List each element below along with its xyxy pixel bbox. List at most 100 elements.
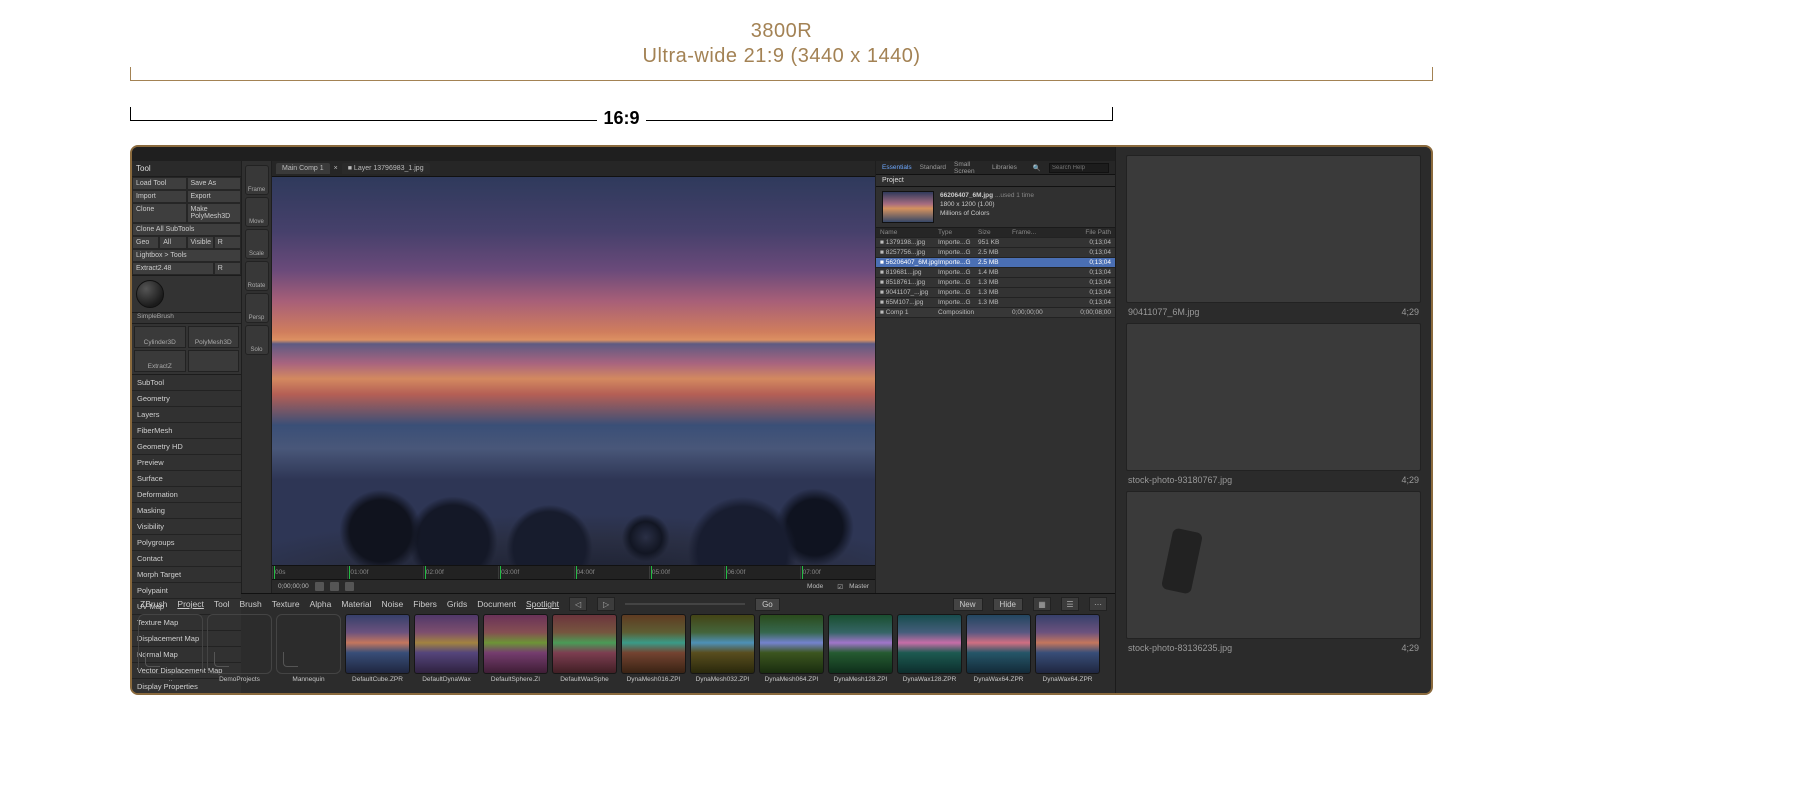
r-button[interactable]: R (214, 236, 241, 249)
accordion-item[interactable]: Morph Target (132, 567, 241, 583)
lightbox-folder[interactable]: Mannequin (276, 614, 341, 683)
accordion-item[interactable]: Deformation (132, 487, 241, 503)
accordion-item[interactable]: Polygroups (132, 535, 241, 551)
export-button[interactable]: Export (187, 190, 242, 203)
accordion-item[interactable]: Geometry HD (132, 439, 241, 455)
lightbox-preset[interactable]: DynaWax64.ZPR (966, 614, 1031, 683)
extract-button[interactable]: Extract2.48 (132, 262, 214, 275)
menu-zbrush[interactable]: ZBrush (140, 599, 167, 609)
nav-prev-button[interactable]: ◁ (569, 597, 587, 611)
project-table-row[interactable]: ■ Comp 1Composition0;00;00;000;00;08;00 (876, 308, 1115, 318)
lightbox-preset[interactable]: DefaultDynaWax (414, 614, 479, 683)
lightbox-tools-button[interactable]: Lightbox > Tools (132, 249, 241, 262)
timeline-next-button[interactable] (345, 582, 354, 591)
load-tool-button[interactable]: Load Tool (132, 177, 187, 190)
accordion-item[interactable]: Visibility (132, 519, 241, 535)
project-table-row[interactable]: ■ 8257756...jpgImporte...G2.5 MB0;13;04 (876, 248, 1115, 258)
lightbox-preset[interactable]: DynaMesh032.ZPI (690, 614, 755, 683)
project-thumbnail[interactable] (882, 191, 934, 223)
menu-material[interactable]: Material (341, 599, 371, 609)
menu-spotlight[interactable]: Spotlight (526, 599, 559, 609)
timeline-ruler[interactable]: 00s01:00f02:00f03:00f04:00f05:00f06:00f0… (272, 565, 875, 579)
right-workspace: Essentials Standard Small Screen Librari… (875, 161, 1115, 593)
accordion-item[interactable]: FiberMesh (132, 423, 241, 439)
view-grid-icon[interactable]: ▦ (1033, 597, 1051, 611)
timeline-mode-label: Mode (807, 583, 823, 590)
extractz-tool[interactable]: ExtractZ (134, 350, 186, 372)
workspace-tab-essentials[interactable]: Essentials (882, 164, 912, 171)
hide-button[interactable]: Hide (993, 598, 1023, 611)
accordion-item[interactable]: Preview (132, 455, 241, 471)
accordion-item[interactable]: Geometry (132, 391, 241, 407)
lightbox-preset[interactable]: DynaWax64.ZPR (1035, 614, 1100, 683)
extract-r-button[interactable]: R (214, 262, 241, 275)
import-button[interactable]: Import (132, 190, 187, 203)
accordion-item[interactable]: Layers (132, 407, 241, 423)
project-table-row[interactable]: ■ 56206407_6M.jpgImporte...G2.5 MB0;13;0… (876, 258, 1115, 268)
accordion-item[interactable]: Surface (132, 471, 241, 487)
menu-document[interactable]: Document (477, 599, 516, 609)
preset-thumbnail (1035, 614, 1100, 674)
workspace-tab-smallscreen[interactable]: Small Screen (954, 161, 984, 175)
brush-selector[interactable] (132, 276, 241, 313)
menu-fibers[interactable]: Fibers (413, 599, 437, 609)
lightbox-preset[interactable]: DynaWax128.ZPR (897, 614, 962, 683)
visible-button[interactable]: Visible (187, 236, 214, 249)
menu-brush[interactable]: Brush (239, 599, 261, 609)
lightbox-preset[interactable]: DefaultCube.ZPR (345, 614, 410, 683)
accordion-item[interactable]: SubTool (132, 375, 241, 391)
menu-noise[interactable]: Noise (382, 599, 404, 609)
lightbox-preset[interactable]: DynaMesh016.ZPI (621, 614, 686, 683)
lightbox-row: ..DemoProjectsMannequinDefaultCube.ZPRDe… (132, 614, 1115, 695)
make-polymesh3d-button[interactable]: Make PolyMesh3D (187, 203, 242, 223)
view-options-icon[interactable]: ⋯ (1089, 597, 1107, 611)
clone-all-subtools-button[interactable]: Clone All SubTools (132, 223, 241, 236)
cylinder3d-tool[interactable]: Cylinder3D (134, 326, 186, 348)
menu-alpha[interactable]: Alpha (310, 599, 332, 609)
workspace-tab-libraries[interactable]: Libraries (992, 164, 1017, 171)
clone-button[interactable]: Clone (132, 203, 187, 223)
lightbox-preset[interactable]: DefaultWaxSphe (552, 614, 617, 683)
project-table-row[interactable]: ■ 1379198...jpgImporte...G951 KB0;13;04 (876, 238, 1115, 248)
polymesh3d-tool[interactable]: PolyMesh3D (188, 326, 240, 348)
all-button[interactable]: All (159, 236, 186, 249)
lightbox-preset[interactable]: DynaMesh064.ZPI (759, 614, 824, 683)
menu-grids[interactable]: Grids (447, 599, 467, 609)
lightbox-preset[interactable]: DynaMesh128.ZPI (828, 614, 893, 683)
project-table-row[interactable]: ■ 819681...jpgImporte...G1.4 MB0;13;04 (876, 268, 1115, 278)
lightbox-preset[interactable]: DefaultSphere.ZI (483, 614, 548, 683)
scale-button[interactable]: Scale (245, 229, 269, 259)
timeline-prev-button[interactable] (315, 582, 324, 591)
asset-thumb-1[interactable]: stock-photo-93180767.jpg 4;29 (1126, 323, 1421, 485)
menu-tool[interactable]: Tool (214, 599, 230, 609)
save-as-button[interactable]: Save As (187, 177, 242, 190)
project-table-row[interactable]: ■ 9041107_...jpgImporte...G1.3 MB0;13;04 (876, 288, 1115, 298)
project-table-row[interactable]: ■ 8518761...jpgImporte...G1.3 MB0;13;04 (876, 278, 1115, 288)
geo-button[interactable]: Geo (132, 236, 159, 249)
workspace-tab-standard[interactable]: Standard (920, 164, 946, 171)
preset-thumbnail (483, 614, 548, 674)
asset-thumb-2[interactable]: stock-photo-83136235.jpg 4;29 (1126, 491, 1421, 653)
view-list-icon[interactable]: ☰ (1061, 597, 1079, 611)
project-table-row[interactable]: ■ 65M107...jpgImporte...G1.3 MB0;13;04 (876, 298, 1115, 308)
menu-project[interactable]: Project (177, 599, 203, 609)
timeline-play-button[interactable] (330, 582, 339, 591)
go-button[interactable]: Go (755, 598, 780, 611)
nav-next-button[interactable]: ▷ (597, 597, 615, 611)
asset-thumb-0[interactable]: 90411077_6M.jpg 4;29 (1126, 155, 1421, 317)
persp-button[interactable]: Persp (245, 293, 269, 323)
lightbox-folder[interactable]: DemoProjects (207, 614, 272, 683)
new-button[interactable]: New (953, 598, 983, 611)
menu-texture[interactable]: Texture (272, 599, 300, 609)
move-button[interactable]: Move (245, 197, 269, 227)
search-input[interactable] (1049, 163, 1109, 173)
solo-button[interactable]: Solo (245, 325, 269, 355)
lightbox-folder[interactable]: .. (138, 614, 203, 683)
canvas-viewport[interactable] (272, 177, 875, 565)
frame-button[interactable]: Frame (245, 165, 269, 195)
tab-main-comp[interactable]: Main Comp 1 (276, 163, 330, 174)
tab-layer[interactable]: ■ Layer 13796983_1.jpg (342, 163, 430, 174)
rotate-button[interactable]: Rotate (245, 261, 269, 291)
accordion-item[interactable]: Masking (132, 503, 241, 519)
accordion-item[interactable]: Contact (132, 551, 241, 567)
